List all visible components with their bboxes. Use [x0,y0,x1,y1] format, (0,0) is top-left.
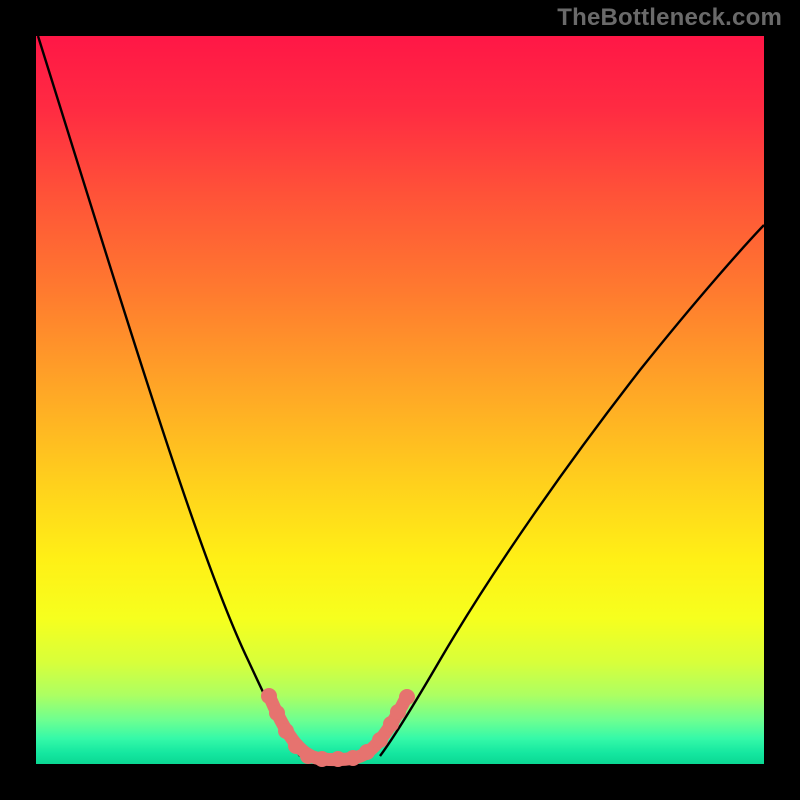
highlight-dot [261,688,277,704]
watermark-text: TheBottleneck.com [557,4,782,32]
bottleneck-chart [0,0,800,800]
highlight-dot [372,732,388,748]
highlight-dot [269,705,285,721]
highlight-dot [359,744,375,760]
highlight-dot [300,748,316,764]
highlight-dot [314,751,330,767]
highlight-dot [345,750,361,766]
highlight-dot [330,751,346,767]
highlight-dot [278,723,294,739]
gradient-background [36,36,764,764]
chart-frame: TheBottleneck.com [0,0,800,800]
highlight-dot [399,689,415,705]
highlight-dot [390,704,406,720]
